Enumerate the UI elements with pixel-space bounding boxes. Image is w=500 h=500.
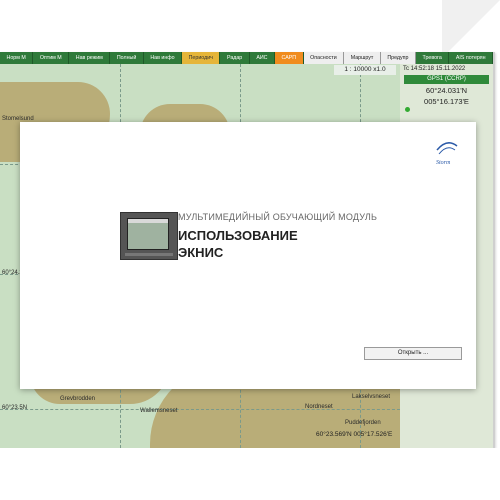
toolbar-button[interactable]: САРП bbox=[275, 52, 304, 64]
place-name: Grevbrodden bbox=[60, 396, 96, 402]
lat-label: 60°23.5N bbox=[2, 405, 28, 411]
product-image: Норм М Оптим М Нав режим Полный Нав инфо Пери… bbox=[0, 0, 500, 500]
course-title-line: ЭКНИС bbox=[178, 245, 224, 260]
storm-logo-icon: Storm bbox=[436, 142, 458, 166]
svg-text:Storm: Storm bbox=[436, 160, 451, 166]
place-name: Lakselvsneset bbox=[352, 394, 391, 400]
toolbar-button[interactable]: Периодич bbox=[182, 52, 221, 64]
toolbar-button[interactable]: Предупр bbox=[380, 52, 417, 64]
toolbar-button[interactable]: Оптим М bbox=[33, 52, 70, 64]
toolbar-button[interactable]: АИС bbox=[250, 52, 276, 64]
toolbar-button[interactable]: Опасности bbox=[303, 52, 345, 64]
toolbar-button[interactable]: Тревога bbox=[416, 52, 450, 64]
longitude-readout: 005°16.173'E bbox=[424, 97, 469, 106]
page-background bbox=[0, 448, 500, 500]
course-title-line: ИСПОЛЬЗОВАНИЕ bbox=[178, 228, 298, 243]
course-subtitle: МУЛЬТИМЕДИЙНЫЙ ОБУЧАЮЩИЙ МОДУЛЬ bbox=[178, 212, 378, 222]
ecdis-toolbar: Норм М Оптим М Нав режим Полный Нав инфо Пери… bbox=[0, 52, 493, 64]
place-name: Wallemsneset bbox=[140, 408, 178, 414]
monitor-icon bbox=[120, 212, 178, 260]
gps-source-label[interactable]: GPS1 (CCRP) bbox=[404, 75, 489, 84]
toolbar-button[interactable]: Нав инфо bbox=[144, 52, 183, 64]
toolbar-button[interactable]: Нав режим bbox=[69, 52, 111, 64]
toolbar-button[interactable]: Радар bbox=[220, 52, 250, 64]
toolbar-button[interactable]: Маршрут bbox=[344, 52, 381, 64]
toolbar-button[interactable]: AIS потерян bbox=[449, 52, 493, 64]
clock-readout: Tc 14:52:18 15.11.2022 bbox=[403, 66, 466, 72]
grid-line bbox=[0, 409, 400, 410]
course-title: ИСПОЛЬЗОВАНИЕ ЭКНИС bbox=[178, 227, 298, 261]
place-name: Nordneset bbox=[305, 404, 333, 410]
open-button[interactable]: Открыть ... bbox=[364, 347, 462, 360]
course-dialog: Storm МУЛЬТИМЕДИЙНЫЙ ОБУЧАЮЩИЙ МОДУЛЬ ИС… bbox=[20, 122, 476, 389]
place-name: Puddefjorden bbox=[345, 420, 381, 426]
toolbar-button[interactable]: Полный bbox=[110, 52, 144, 64]
chart-scale: 1 : 10000 x1.0 bbox=[334, 65, 396, 75]
page-fold-corner bbox=[442, 0, 500, 58]
cursor-coordinates: 60°23.569'N 005°17.526'E bbox=[316, 431, 393, 438]
latitude-readout: 60°24.031'N bbox=[425, 86, 468, 95]
toolbar-button[interactable]: Норм М bbox=[0, 52, 34, 64]
status-indicator-icon bbox=[405, 107, 410, 112]
